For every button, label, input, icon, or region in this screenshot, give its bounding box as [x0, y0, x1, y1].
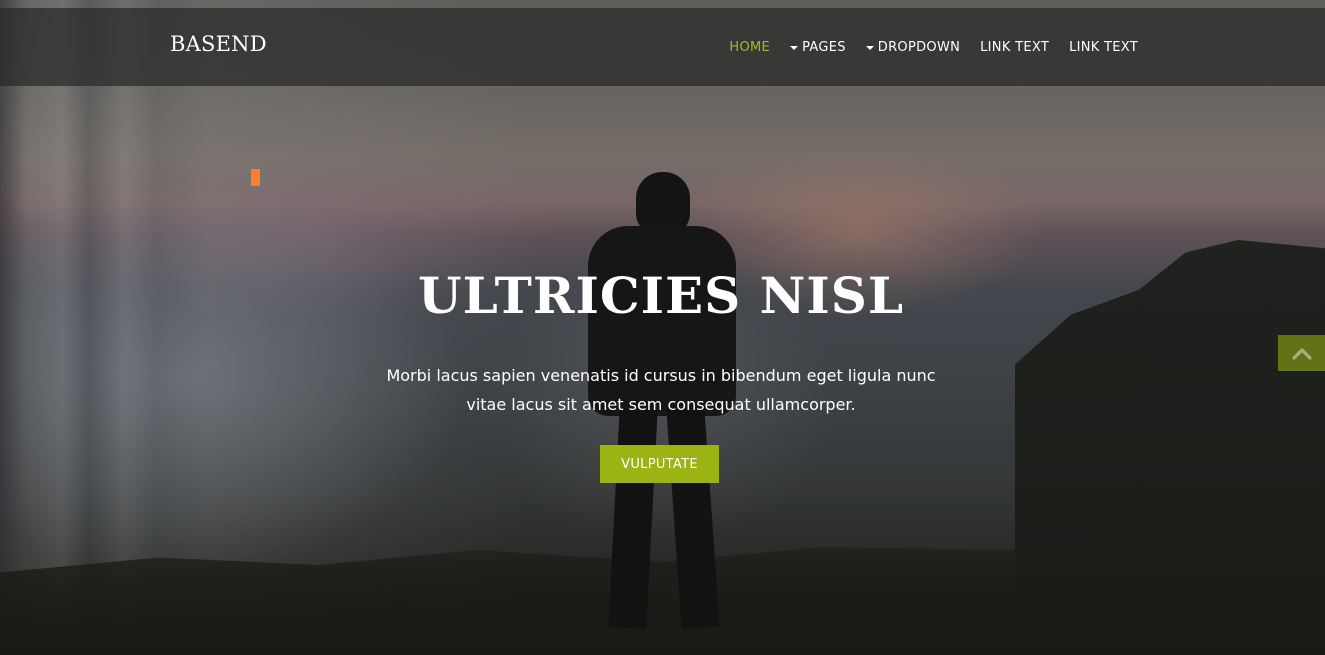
- nav-item-pages[interactable]: PAGES: [780, 27, 856, 67]
- nav-item-link-text-2[interactable]: LINK TEXT: [1059, 27, 1148, 67]
- page: BASEND HOME PAGES DROPDOWN LINK TEXT LIN: [0, 0, 1325, 655]
- nav-item-label: HOME: [729, 39, 771, 55]
- hero-content: ULTRICIES NISL Morbi lacus sapien venena…: [358, 230, 964, 515]
- chevron-up-icon: [1291, 348, 1312, 360]
- hero-description: Morbi lacus sapien venenatis id cursus i…: [386, 366, 936, 414]
- caret-down-icon: [865, 45, 874, 50]
- nav-item-dropdown[interactable]: DROPDOWN: [856, 27, 970, 67]
- scroll-to-top-button[interactable]: [1278, 335, 1325, 371]
- main-menu: HOME PAGES DROPDOWN LINK TEXT LINK TEXT: [719, 8, 1148, 86]
- navbar-container: BASEND HOME PAGES DROPDOWN LINK TEXT LIN: [146, 8, 1156, 86]
- nav-item-label: LINK TEXT: [1069, 39, 1138, 55]
- nav-item-home[interactable]: HOME: [719, 27, 780, 67]
- nav-item-label: LINK TEXT: [980, 39, 1050, 55]
- brand-logo[interactable]: BASEND: [170, 32, 267, 56]
- vulputate-button[interactable]: VULPUTATE: [600, 445, 719, 483]
- nav-item-link-text-1[interactable]: LINK TEXT: [970, 27, 1059, 67]
- decorative-marker: [251, 169, 260, 186]
- caret-down-icon: [790, 45, 799, 50]
- nav-item-label: DROPDOWN: [877, 39, 961, 55]
- navbar: BASEND HOME PAGES DROPDOWN LINK TEXT LIN: [0, 8, 1325, 86]
- hero-title: ULTRICIES NISL: [418, 266, 904, 325]
- nav-item-label: PAGES: [802, 39, 846, 55]
